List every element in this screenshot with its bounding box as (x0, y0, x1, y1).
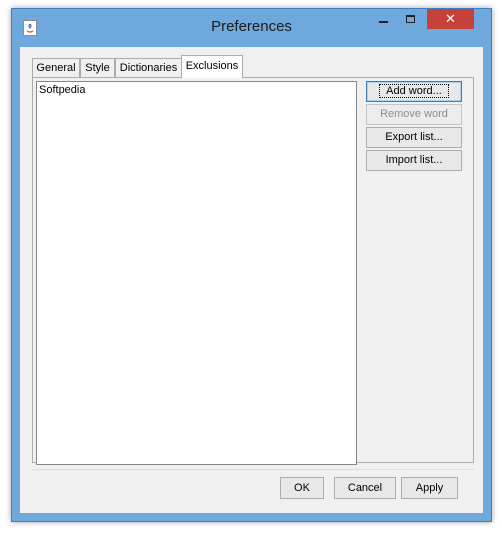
list-item[interactable]: Softpedia (39, 84, 85, 96)
exclusions-list[interactable]: Softpedia (36, 81, 357, 465)
add-word-button[interactable]: Add word... (366, 81, 462, 102)
minimize-icon (379, 21, 388, 23)
apply-button[interactable]: Apply (401, 477, 458, 499)
title-bar[interactable]: Preferences ✕ (12, 9, 491, 47)
ok-button[interactable]: OK (280, 477, 324, 499)
minimize-button[interactable] (370, 9, 397, 29)
dialog-content: General Style Dictionaries Exclusions So… (20, 47, 483, 513)
preferences-window: Preferences ✕ General Style Dictionaries… (11, 8, 492, 522)
exclusions-panel: Softpedia Add word... Remove word Export… (32, 77, 474, 465)
footer-divider (32, 469, 474, 470)
remove-word-button[interactable]: Remove word (366, 104, 462, 125)
tab-exclusions[interactable]: Exclusions (181, 55, 243, 78)
cancel-button[interactable]: Cancel (334, 477, 396, 499)
maximize-button[interactable] (397, 9, 424, 29)
add-word-label: Add word... (379, 84, 449, 98)
maximize-icon (406, 15, 415, 23)
export-list-button[interactable]: Export list... (366, 127, 462, 148)
tab-general[interactable]: General (32, 58, 80, 77)
close-button[interactable]: ✕ (427, 9, 474, 29)
import-list-button[interactable]: Import list... (366, 150, 462, 171)
tab-dictionaries[interactable]: Dictionaries (115, 58, 182, 77)
tab-style[interactable]: Style (80, 58, 115, 77)
close-icon: ✕ (445, 11, 456, 26)
